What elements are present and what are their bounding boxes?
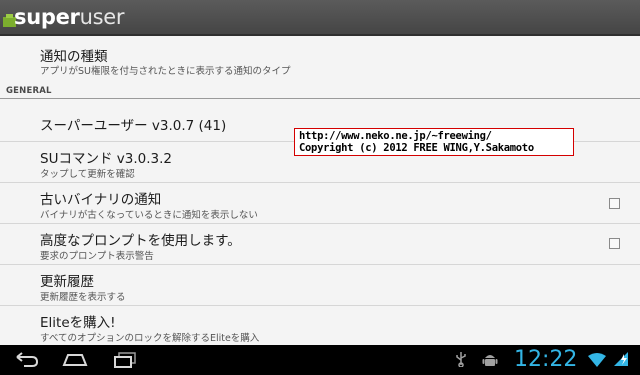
list-item-advanced-prompt[interactable]: 高度なプロンプトを使用します。 要求のプロンプト表示警告 bbox=[0, 224, 640, 264]
copyright-watermark: http://www.neko.ne.jp/~freewing/ Copyrig… bbox=[294, 128, 574, 156]
list-item-notification-type[interactable]: 通知の種類 アプリがSU権限を付与されたときに表示する通知のタイプ bbox=[0, 36, 640, 82]
list-item-subtitle: すべてのオプションのロックを解除するEliteを購入 bbox=[40, 333, 260, 344]
back-icon[interactable] bbox=[14, 351, 40, 369]
list-item-subtitle: 更新履歴を表示する bbox=[40, 292, 126, 303]
list-item-title: 古いバイナリの通知 bbox=[40, 192, 162, 208]
list-item-subtitle: タップして更新を確認 bbox=[40, 169, 135, 180]
list-item-title: スーパーユーザー v3.0.7 (41) bbox=[40, 118, 227, 134]
list-item-subtitle: バイナリが古くなっているときに通知を表示しない bbox=[40, 210, 258, 221]
home-icon[interactable] bbox=[62, 351, 88, 369]
list-item-title: SUコマンド v3.0.3.2 bbox=[40, 151, 172, 167]
list-item-outdated-binary[interactable]: 古いバイナリの通知 バイナリが古くなっているときに通知を表示しない bbox=[0, 183, 640, 223]
list-item-title: 高度なプロンプトを使用します。 bbox=[40, 233, 241, 249]
list-item-changelog[interactable]: 更新履歴 更新履歴を表示する bbox=[0, 265, 640, 305]
list-item-subtitle: アプリがSU権限を付与されたときに表示する通知のタイプ bbox=[40, 66, 291, 77]
wifi-icon bbox=[588, 353, 606, 367]
watermark-copyright: Copyright (c) 2012 FREE WING,Y.Sakamoto bbox=[299, 142, 534, 154]
action-bar: superuser bbox=[0, 0, 640, 36]
list-item-buy-elite[interactable]: Eliteを購入! すべてのオプションのロックを解除するEliteを購入 bbox=[0, 306, 640, 345]
android-debug-icon bbox=[482, 355, 498, 366]
section-header-general: GENERAL bbox=[6, 86, 52, 96]
app-title: superuser bbox=[14, 3, 125, 31]
list-item-title: Eliteを購入! bbox=[40, 315, 116, 331]
system-bar: 12:22 bbox=[0, 345, 640, 375]
usb-icon bbox=[456, 352, 466, 367]
list-item-title: 更新履歴 bbox=[40, 274, 94, 290]
preference-list[interactable]: 通知の種類 アプリがSU権限を付与されたときに表示する通知のタイプ GENERA… bbox=[0, 36, 640, 345]
status-clock[interactable]: 12:22 bbox=[514, 347, 577, 373]
app-title-bold: super bbox=[14, 5, 80, 29]
battery-icon bbox=[614, 352, 628, 366]
app-title-light: user bbox=[79, 5, 125, 29]
advanced-prompt-checkbox[interactable] bbox=[609, 238, 620, 249]
list-item-subtitle: 要求のプロンプト表示警告 bbox=[40, 251, 154, 262]
watermark-url: http://www.neko.ne.jp/~freewing/ bbox=[299, 130, 492, 142]
outdated-binary-checkbox[interactable] bbox=[609, 198, 620, 209]
recent-apps-icon[interactable] bbox=[112, 351, 138, 369]
list-item-title: 通知の種類 bbox=[40, 49, 108, 65]
